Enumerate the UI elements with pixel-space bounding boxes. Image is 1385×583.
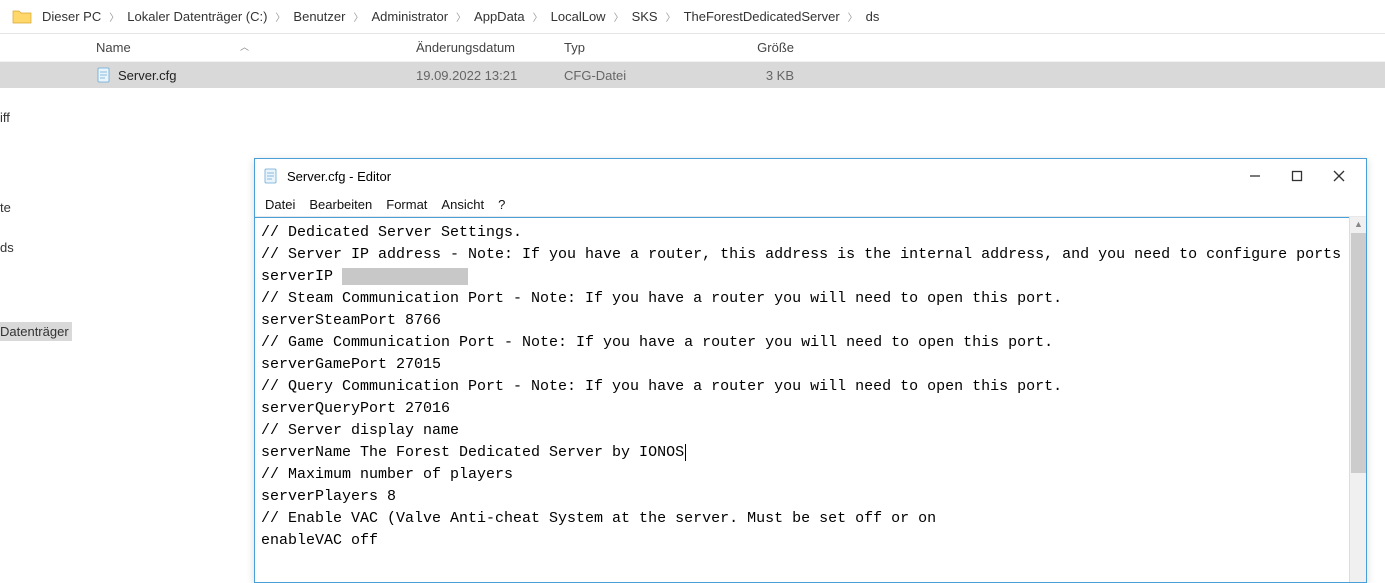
menu-view[interactable]: Ansicht xyxy=(441,197,484,212)
breadcrumb-item[interactable]: Administrator xyxy=(369,9,450,24)
column-date[interactable]: Änderungsdatum xyxy=(416,40,564,55)
sidebar-fragment[interactable]: te xyxy=(0,200,11,215)
sort-indicator-icon: ︿ xyxy=(240,40,249,53)
column-type[interactable]: Typ xyxy=(564,40,694,55)
close-button[interactable] xyxy=(1330,167,1348,185)
window-title: Server.cfg - Editor xyxy=(287,169,391,184)
breadcrumb-item[interactable]: LocalLow xyxy=(549,9,608,24)
notepad-icon xyxy=(263,168,279,184)
menu-help[interactable]: ? xyxy=(498,197,505,212)
editor-textarea[interactable]: // Dedicated Server Settings. // Server … xyxy=(255,217,1349,582)
maximize-button[interactable] xyxy=(1288,167,1306,185)
sidebar-fragment[interactable]: Datenträger xyxy=(0,322,72,341)
chevron-right-icon: 〉 xyxy=(660,9,682,24)
file-list-header: Name ︿ Änderungsdatum Typ Größe xyxy=(0,34,1385,62)
file-type: CFG-Datei xyxy=(564,68,694,83)
file-row[interactable]: Server.cfg 19.09.2022 13:21 CFG-Datei 3 … xyxy=(0,62,1385,88)
breadcrumb-item[interactable]: AppData xyxy=(472,9,527,24)
chevron-right-icon: 〉 xyxy=(527,9,549,24)
file-name: Server.cfg xyxy=(118,68,177,83)
redacted-ip: xxx.xxx.xxx.xx xyxy=(342,268,468,285)
breadcrumb-item[interactable]: ds xyxy=(864,9,882,24)
breadcrumb-item[interactable]: Lokaler Datenträger (C:) xyxy=(125,9,269,24)
file-size: 3 KB xyxy=(694,68,814,83)
breadcrumb[interactable]: Dieser PC〉 Lokaler Datenträger (C:)〉 Ben… xyxy=(0,0,1385,34)
menu-file[interactable]: Datei xyxy=(265,197,295,212)
menu-bar: Datei Bearbeiten Format Ansicht ? xyxy=(255,193,1366,217)
minimize-button[interactable] xyxy=(1246,167,1264,185)
titlebar[interactable]: Server.cfg - Editor xyxy=(255,159,1366,193)
chevron-right-icon: 〉 xyxy=(842,9,864,24)
column-size[interactable]: Größe xyxy=(694,40,814,55)
sidebar-fragment[interactable]: ds xyxy=(0,240,14,255)
breadcrumb-item[interactable]: Dieser PC xyxy=(40,9,103,24)
notepad-window: Server.cfg - Editor Datei Bearbeiten For… xyxy=(254,158,1367,583)
breadcrumb-item[interactable]: SKS xyxy=(630,9,660,24)
sidebar-fragment[interactable]: iff xyxy=(0,110,10,125)
chevron-right-icon: 〉 xyxy=(608,9,630,24)
menu-format[interactable]: Format xyxy=(386,197,427,212)
chevron-right-icon: 〉 xyxy=(269,9,291,24)
scrollbar-thumb[interactable] xyxy=(1351,233,1366,473)
text-cursor xyxy=(685,444,686,461)
chevron-right-icon: 〉 xyxy=(450,9,472,24)
file-date: 19.09.2022 13:21 xyxy=(416,68,564,83)
scrollbar[interactable] xyxy=(1349,217,1366,582)
folder-icon xyxy=(12,9,32,25)
breadcrumb-item[interactable]: TheForestDedicatedServer xyxy=(682,9,842,24)
column-name[interactable]: Name ︿ xyxy=(0,40,416,55)
chevron-right-icon: 〉 xyxy=(347,9,369,24)
menu-edit[interactable]: Bearbeiten xyxy=(309,197,372,212)
file-icon xyxy=(96,67,112,83)
chevron-right-icon: 〉 xyxy=(103,9,125,24)
breadcrumb-item[interactable]: Benutzer xyxy=(291,9,347,24)
